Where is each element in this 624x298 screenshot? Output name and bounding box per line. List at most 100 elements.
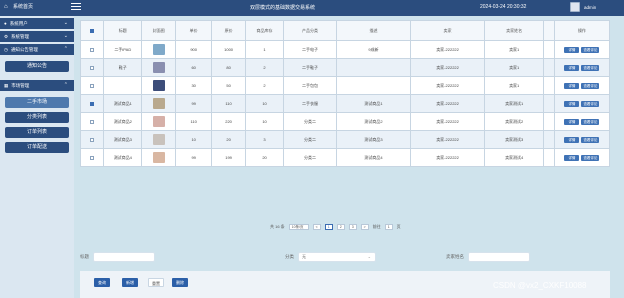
sidebar-item-second-hand-market[interactable]: 二手市场 xyxy=(5,97,69,108)
column-header[interactable]: 卖家 xyxy=(410,20,486,41)
row-checkbox[interactable] xyxy=(79,58,105,77)
select-all-checkbox[interactable] xyxy=(79,20,105,41)
table-row[interactable]: 30 50 2 二手包包 卖家-222222 卖家1 详情 查看评论 xyxy=(79,76,611,95)
cell-cover xyxy=(141,148,177,167)
cell-stock: 10 xyxy=(244,94,285,113)
cell-stock: 2 xyxy=(244,58,285,77)
user-menu[interactable]: admin xyxy=(570,2,596,12)
table-row[interactable]: 鞋子 60 80 2 二手鞋子 卖家-222222 卖家1 详情 查看评论 xyxy=(79,58,611,77)
table-row[interactable]: 测试商品1 99 110 10 二手衣服 测试商品1 卖家-222222 卖家测试1 详情 查看评… xyxy=(79,94,611,113)
avatar[interactable] xyxy=(570,2,580,12)
cell-original-price: 1000 xyxy=(211,40,246,59)
detail-button[interactable]: 详情 xyxy=(564,46,580,53)
cell-spacer xyxy=(543,58,555,77)
goto-label: 前往 xyxy=(372,224,381,229)
cell-description: 测试商品4 xyxy=(335,148,412,167)
detail-button[interactable]: 详情 xyxy=(564,100,580,107)
brand-label: 系统首页 xyxy=(13,4,34,10)
cell-actions: 详情 查看评论 xyxy=(553,94,611,113)
detail-button[interactable]: 详情 xyxy=(564,154,580,161)
cell-title: 鞋子 xyxy=(103,58,143,77)
column-header xyxy=(543,20,555,41)
row-checkbox[interactable] xyxy=(79,40,105,59)
page-size-select[interactable]: 10条/页 xyxy=(288,224,309,230)
prev-page-button[interactable]: < xyxy=(312,224,321,230)
cover-image xyxy=(152,134,165,145)
cell-cover xyxy=(141,112,177,131)
row-checkbox[interactable] xyxy=(79,94,105,113)
view-comments-button[interactable]: 查看评论 xyxy=(581,46,600,53)
view-comments-button[interactable]: 查看评论 xyxy=(581,118,600,125)
row-checkbox[interactable] xyxy=(79,148,105,167)
sidebar-group-notice[interactable]: ◷ 通知公告管理 ⌃ xyxy=(0,44,74,55)
category-select[interactable]: 无 ⌄ xyxy=(298,252,376,262)
cell-category: 分类二 xyxy=(283,112,337,131)
table-row[interactable]: 测试商品4 99 199 20 分类二 测试商品4 卖家-222222 卖家测试4 详情 查看评论 xyxy=(79,148,611,167)
query-button[interactable]: 查询 xyxy=(94,278,110,287)
sidebar-group-system[interactable]: ⚙ 系统管理 ⌄ xyxy=(0,31,74,42)
row-checkbox[interactable] xyxy=(79,112,105,131)
column-header[interactable]: 单价 xyxy=(175,20,213,41)
table-header-row: 标题 封面图 单价 原价 商品库存 产品分类 描述 卖家 卖家姓名 操作 xyxy=(79,20,611,41)
sidebar-item-notice[interactable]: 通知公告 xyxy=(5,61,69,72)
sidebar-group-label: 通知公告管理 xyxy=(10,46,38,52)
cell-spacer xyxy=(543,76,555,95)
product-table: 标题 封面图 单价 原价 商品库存 产品分类 描述 卖家 卖家姓名 操作 二手i… xyxy=(79,20,611,167)
cell-actions: 详情 查看评论 xyxy=(553,112,611,131)
cell-seller-name: 卖家1 xyxy=(484,40,545,59)
page-button[interactable]: 3 xyxy=(348,224,357,230)
detail-button[interactable]: 详情 xyxy=(564,64,580,71)
menu-toggle-icon[interactable] xyxy=(71,3,81,11)
cell-price: 110 xyxy=(175,112,213,131)
sidebar-item-category-list[interactable]: 分类列表 xyxy=(5,112,69,123)
view-comments-button[interactable]: 查看评论 xyxy=(581,154,600,161)
view-comments-button[interactable]: 查看评论 xyxy=(581,82,600,89)
goto-suffix: 页 xyxy=(396,224,401,229)
sidebar-item-order-list[interactable]: 订单列表 xyxy=(5,127,69,138)
detail-button[interactable]: 详情 xyxy=(564,136,580,143)
add-button[interactable]: 新增 xyxy=(122,278,138,287)
cover-image xyxy=(152,152,165,163)
page-button[interactable]: 2 xyxy=(336,224,345,230)
sidebar-item-order-delivery[interactable]: 订单配送 xyxy=(5,142,69,153)
column-header[interactable]: 产品分类 xyxy=(283,20,337,41)
detail-button[interactable]: 详情 xyxy=(564,82,580,89)
sidebar: ● 系统用户 ⌄ ⚙ 系统管理 ⌄ ◷ 通知公告管理 ⌃ 通知公告 ▦ 市场管理… xyxy=(0,16,74,298)
cover-image xyxy=(152,80,165,91)
column-header[interactable]: 描述 xyxy=(335,20,412,41)
cell-seller: 卖家-222222 xyxy=(410,148,486,167)
view-comments-button[interactable]: 查看评论 xyxy=(581,136,600,143)
category-label: 分类 xyxy=(285,254,294,259)
title-input[interactable] xyxy=(93,252,155,262)
column-header[interactable]: 标题 xyxy=(103,20,143,41)
detail-button[interactable]: 详情 xyxy=(564,118,580,125)
view-comments-button[interactable]: 查看评论 xyxy=(581,100,600,107)
reset-button[interactable]: 重置 xyxy=(148,278,164,287)
cell-cover xyxy=(141,58,177,77)
goto-page-input[interactable]: 1 xyxy=(384,224,393,230)
next-page-button[interactable]: > xyxy=(360,224,369,230)
brand[interactable]: ⌂ 系统首页 xyxy=(4,3,34,11)
column-header[interactable]: 原价 xyxy=(211,20,246,41)
row-checkbox[interactable] xyxy=(79,76,105,95)
sidebar-group-users[interactable]: ● 系统用户 ⌄ xyxy=(0,18,74,29)
row-checkbox[interactable] xyxy=(79,130,105,149)
seller-name-input[interactable] xyxy=(468,252,530,262)
gear-icon: ⚙ xyxy=(4,33,9,39)
clock-icon: ◷ xyxy=(4,46,8,52)
cell-cover xyxy=(141,76,177,95)
sidebar-group-label: 系统管理 xyxy=(11,33,30,39)
delete-button[interactable]: 删除 xyxy=(172,278,188,287)
table-row[interactable]: 测试商品3 10 20 3 分类二 测试商品3 卖家-222222 卖家测试3 详情 查看评论 xyxy=(79,130,611,149)
column-header[interactable]: 卖家姓名 xyxy=(484,20,545,41)
view-comments-button[interactable]: 查看评论 xyxy=(581,64,600,71)
cell-description: 9成新 xyxy=(335,40,412,59)
page-button[interactable]: 1 xyxy=(324,224,333,230)
table-row[interactable]: 二手iPAD 900 1000 1 二手电子 9成新 卖家-222222 卖家1 详情 查看评论 xyxy=(79,40,611,59)
username: admin xyxy=(584,4,597,10)
grid-icon: ▦ xyxy=(4,82,9,88)
table-row[interactable]: 测试商品2 110 220 10 分类二 测试商品2 卖家-222222 卖家测试2 详情 查看评… xyxy=(79,112,611,131)
sidebar-group-market[interactable]: ▦ 市场管理 ⌃ xyxy=(0,80,74,91)
home-icon: ⌂ xyxy=(4,3,8,10)
column-header[interactable]: 商品库存 xyxy=(244,20,285,41)
